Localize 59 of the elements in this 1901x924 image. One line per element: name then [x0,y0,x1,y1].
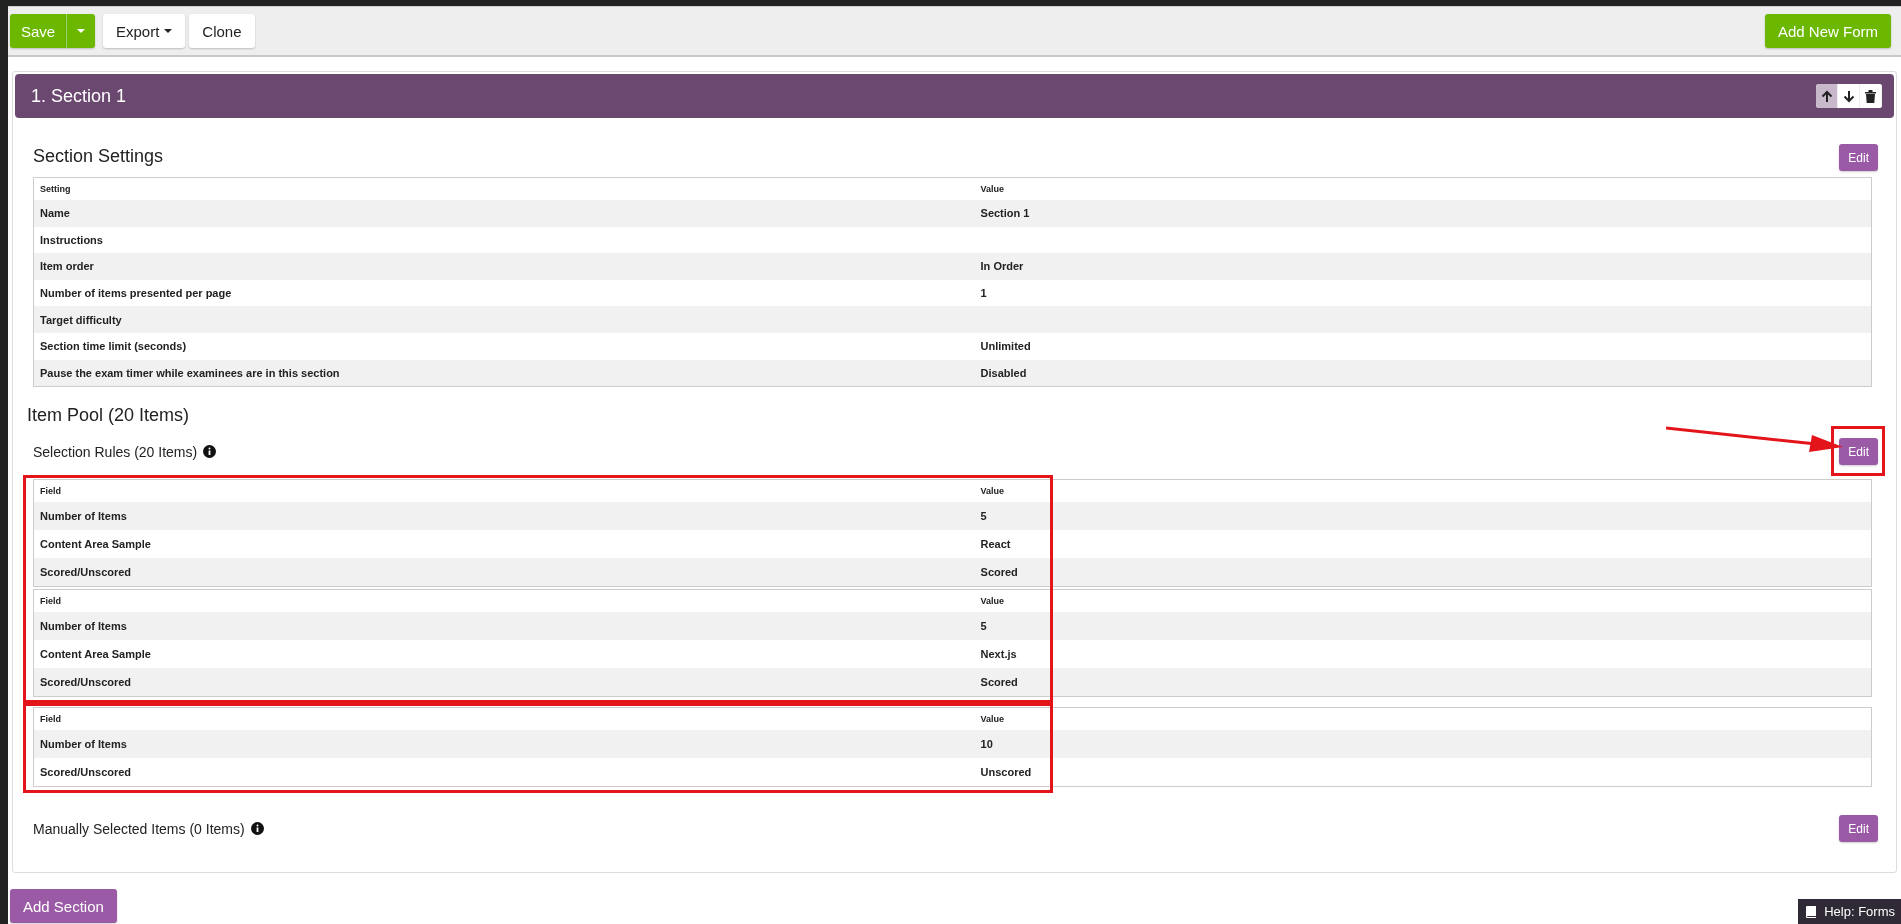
column-header: Field [33,707,975,731]
info-icon[interactable] [250,822,264,836]
move-up-button[interactable] [1816,84,1838,108]
table-cell: 5 [980,510,987,523]
save-button[interactable]: Save [10,14,66,48]
table-cell: Number of Items [40,510,127,523]
book-icon [1806,905,1817,918]
edit-button[interactable]: Edit [1839,144,1878,171]
column-header: Field [33,479,975,503]
section-settings-heading: Section Settings [33,146,164,167]
table-cell: Number of Items [40,738,127,751]
table-cell: Scored/Unscored [40,766,132,779]
table-cell: Pause the exam timer while examinees are in this section [40,366,340,379]
column-header: Value [974,589,1872,613]
export-button[interactable]: Export [103,14,186,48]
section-title: 1. Section 1 [31,85,127,107]
column-header: Value [974,177,1872,200]
table-cell: 10 [980,738,993,751]
table-cell: 5 [980,620,987,633]
table-cell: Section time limit (seconds) [40,340,187,353]
table-cell: Content Area Sample [40,538,151,551]
column-header: Value [974,707,1872,731]
table-cell: 1 [980,287,987,300]
item-pool-heading: Item Pool (20 Items) [27,405,191,427]
table-cell: Section 1 [980,207,1030,220]
table-cell: Number of items presented per page [40,287,232,300]
table-cell: Unscored [980,766,1032,779]
caret-icon [164,29,173,33]
table-cell: Item order [40,260,94,273]
table-cell: Unlimited [980,340,1031,353]
table-cell: In Order [980,260,1024,273]
add-section-button[interactable]: Add Section [10,889,117,924]
table-cell: Content Area Sample [40,648,151,661]
table-cell: Name [40,207,70,220]
table-cell: Scored/Unscored [40,566,132,579]
column-header: Value [974,479,1872,503]
edit-button[interactable]: Edit [1839,438,1878,466]
down-arrow-icon [1842,89,1855,103]
table-cell: Next.js [980,648,1017,661]
edit-button[interactable]: Edit [1839,815,1878,843]
table-cell: Number of Items [40,620,127,633]
clone-button[interactable]: Clone [189,14,255,48]
table-cell: Scored [980,566,1018,579]
help-button[interactable]: Help: Forms [1798,899,1901,924]
table-cell: Scored/Unscored [40,676,132,689]
table-cell: Instructions [40,233,103,246]
column-header: Field [33,589,975,613]
table-cell: Scored [980,676,1018,689]
table-cell: Target difficulty [40,313,122,326]
caret-icon [77,29,85,33]
table-cell: Disabled [980,366,1027,379]
trash-icon [1865,89,1876,103]
up-arrow-icon [1820,89,1833,103]
column-header: Setting [33,177,975,200]
add-new-form-button[interactable]: Add New Form [1764,14,1891,48]
selection-rules-heading: Selection Rules (20 Items) [33,443,198,460]
manual-items-heading: Manually Selected Items (0 Items) [33,820,245,837]
table-cell: React [980,538,1011,551]
info-icon[interactable] [203,445,217,459]
